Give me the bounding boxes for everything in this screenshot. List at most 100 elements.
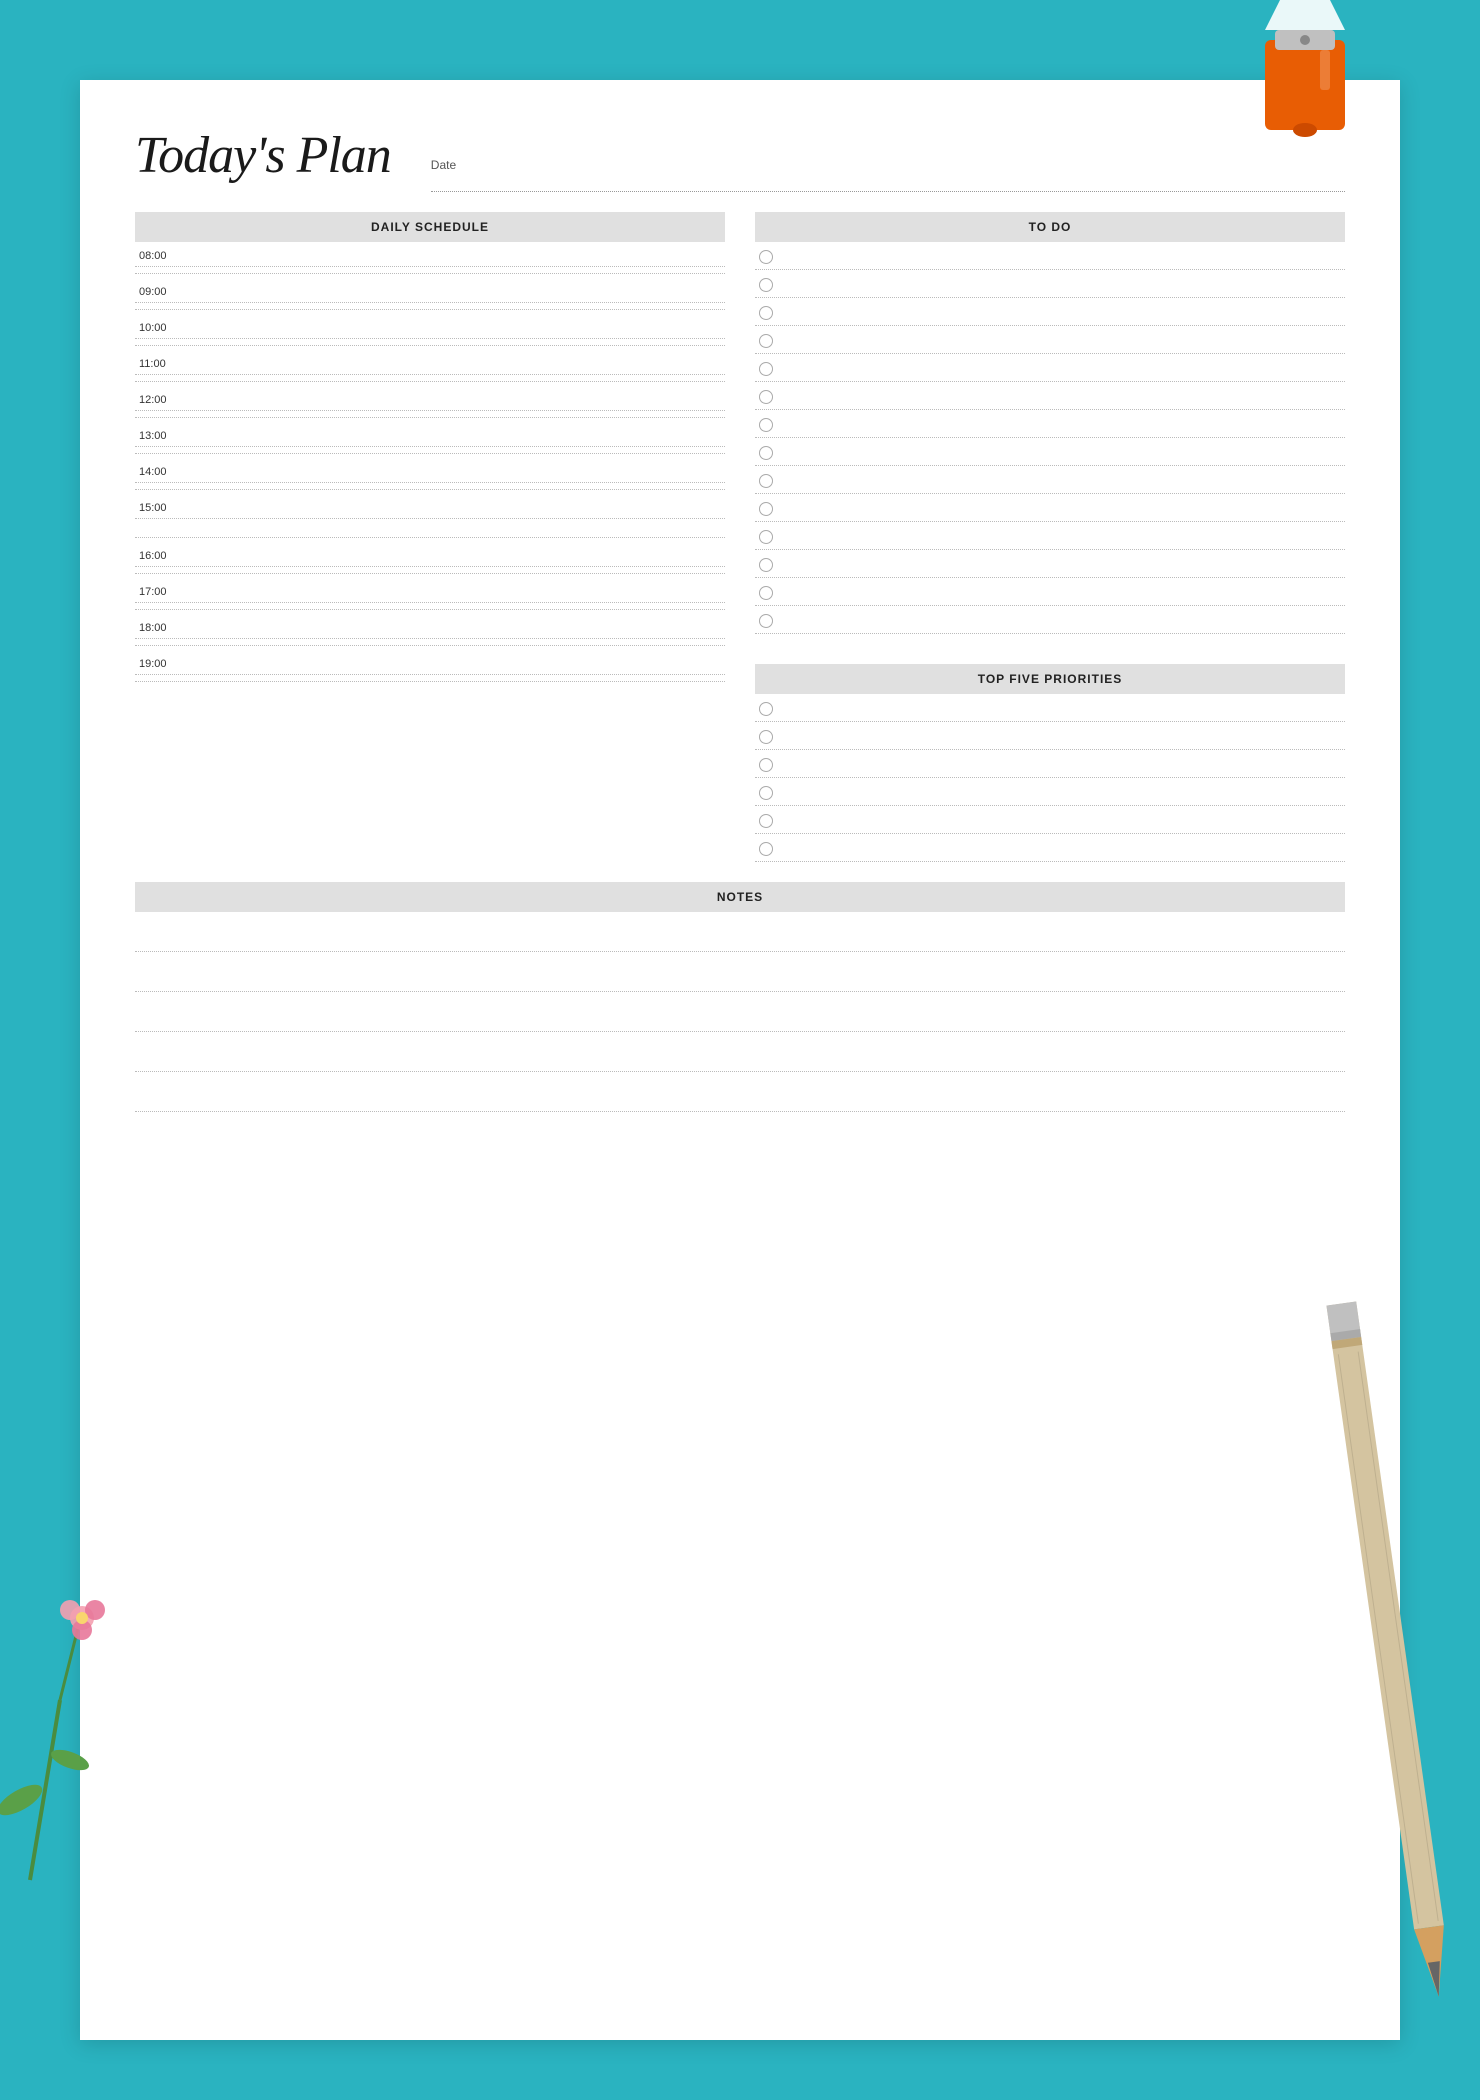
todo-checkbox-13[interactable] (759, 586, 773, 600)
todo-item-6 (755, 382, 1345, 410)
notes-line-2[interactable] (135, 956, 1345, 992)
todo-checkbox-5[interactable] (759, 362, 773, 376)
schedule-item-0900: 09:00 (135, 278, 725, 314)
schedule-line-1700-2[interactable] (135, 609, 725, 610)
todo-line-12[interactable] (783, 558, 1341, 572)
schedule-line-1300-1[interactable] (135, 446, 725, 447)
schedule-line-1200-1[interactable] (135, 410, 725, 411)
priority-checkbox-4[interactable] (759, 786, 773, 800)
todo-checkbox-8[interactable] (759, 446, 773, 460)
priority-checkbox-5[interactable] (759, 814, 773, 828)
schedule-item-1600: 16:00 (135, 542, 725, 578)
todo-item-7 (755, 410, 1345, 438)
todo-checkbox-10[interactable] (759, 502, 773, 516)
todo-line-2[interactable] (783, 278, 1341, 292)
todo-line-8[interactable] (783, 446, 1341, 460)
priority-checkbox-1[interactable] (759, 702, 773, 716)
schedule-line-1400-1[interactable] (135, 482, 725, 483)
schedule-line-1700-1[interactable] (135, 602, 725, 603)
todo-checkbox-2[interactable] (759, 278, 773, 292)
todo-line-6[interactable] (783, 390, 1341, 404)
todo-line-1[interactable] (783, 250, 1341, 264)
todo-line-10[interactable] (783, 502, 1341, 516)
todo-line-9[interactable] (783, 474, 1341, 488)
priority-item-1 (755, 694, 1345, 722)
time-1900: 19:00 (135, 652, 725, 670)
notes-line-5[interactable] (135, 1076, 1345, 1112)
notes-line-3[interactable] (135, 996, 1345, 1032)
todo-line-7[interactable] (783, 418, 1341, 432)
todo-line-14[interactable] (783, 614, 1341, 628)
schedule-line-1500-1[interactable] (135, 518, 725, 519)
main-content-grid: DAILY SCHEDULE 08:00 09:00 10:00 (135, 212, 1345, 1116)
priority-line-2[interactable] (783, 730, 1341, 744)
schedule-item-1700: 17:00 (135, 578, 725, 614)
time-1400: 14:00 (135, 460, 725, 478)
todo-section: TO DO (755, 212, 1345, 634)
schedule-line-0900-2[interactable] (135, 309, 725, 310)
todo-item-9 (755, 466, 1345, 494)
todo-line-4[interactable] (783, 334, 1341, 348)
schedule-line-1600-2[interactable] (135, 573, 725, 574)
priority-item-5 (755, 806, 1345, 834)
priority-line-4[interactable] (783, 786, 1341, 800)
todo-line-13[interactable] (783, 586, 1341, 600)
schedule-line-1000-1[interactable] (135, 338, 725, 339)
todo-checkbox-6[interactable] (759, 390, 773, 404)
schedule-line-1500-2[interactable] (135, 537, 725, 538)
todo-item-5 (755, 354, 1345, 382)
schedule-line-0800-2[interactable] (135, 273, 725, 274)
priority-line-5[interactable] (783, 814, 1341, 828)
priorities-section: TOP FIVE PRIORITIES (755, 664, 1345, 862)
header: Today's Plan Date (135, 130, 1345, 192)
todo-list (755, 242, 1345, 634)
todo-checkbox-4[interactable] (759, 334, 773, 348)
priority-item-4 (755, 778, 1345, 806)
todo-checkbox-12[interactable] (759, 558, 773, 572)
priority-line-1[interactable] (783, 702, 1341, 716)
todo-item-12 (755, 550, 1345, 578)
priority-line-6[interactable] (783, 842, 1341, 856)
priority-checkbox-2[interactable] (759, 730, 773, 744)
priorities-section-header: TOP FIVE PRIORITIES (755, 664, 1345, 694)
todo-item-4 (755, 326, 1345, 354)
todo-checkbox-11[interactable] (759, 530, 773, 544)
notes-line-1[interactable] (135, 916, 1345, 952)
notes-line-4[interactable] (135, 1036, 1345, 1072)
schedule-section-header: DAILY SCHEDULE (135, 212, 725, 242)
schedule-line-0800-1[interactable] (135, 266, 725, 267)
schedule-line-1800-2[interactable] (135, 645, 725, 646)
schedule-line-1100-1[interactable] (135, 374, 725, 375)
schedule-line-1800-1[interactable] (135, 638, 725, 639)
date-input-line[interactable] (431, 176, 1345, 192)
todo-item-14 (755, 606, 1345, 634)
schedule-line-1400-2[interactable] (135, 489, 725, 490)
schedule-list: 08:00 09:00 10:00 11:00 (135, 242, 725, 686)
time-1100: 11:00 (135, 352, 725, 370)
schedule-line-1200-2[interactable] (135, 417, 725, 418)
todo-checkbox-14[interactable] (759, 614, 773, 628)
schedule-item-1800: 18:00 (135, 614, 725, 650)
schedule-line-1100-2[interactable] (135, 381, 725, 382)
priority-line-3[interactable] (783, 758, 1341, 772)
todo-item-10 (755, 494, 1345, 522)
right-column: TO DO (755, 212, 1345, 862)
schedule-line-1900-2[interactable] (135, 681, 725, 682)
schedule-line-0900-1[interactable] (135, 302, 725, 303)
todo-checkbox-3[interactable] (759, 306, 773, 320)
schedule-line-1900-1[interactable] (135, 674, 725, 675)
priority-checkbox-3[interactable] (759, 758, 773, 772)
schedule-line-1000-2[interactable] (135, 345, 725, 346)
todo-line-11[interactable] (783, 530, 1341, 544)
pencil-sharpener-decoration (1250, 0, 1360, 160)
schedule-line-1600-1[interactable] (135, 566, 725, 567)
priority-checkbox-6[interactable] (759, 842, 773, 856)
todo-checkbox-9[interactable] (759, 474, 773, 488)
todo-item-3 (755, 298, 1345, 326)
todo-line-3[interactable] (783, 306, 1341, 320)
todo-line-5[interactable] (783, 362, 1341, 376)
todo-checkbox-1[interactable] (759, 250, 773, 264)
todo-checkbox-7[interactable] (759, 418, 773, 432)
schedule-line-1300-2[interactable] (135, 453, 725, 454)
schedule-item-1300: 13:00 (135, 422, 725, 458)
